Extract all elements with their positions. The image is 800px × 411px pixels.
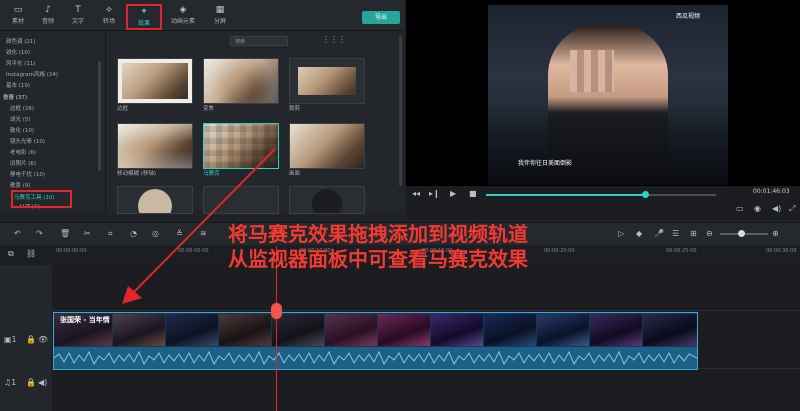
tutorial-arrow	[122, 148, 276, 304]
tutorial-caption-line2: 从监视器面板中可查看马赛克效果	[228, 247, 528, 271]
